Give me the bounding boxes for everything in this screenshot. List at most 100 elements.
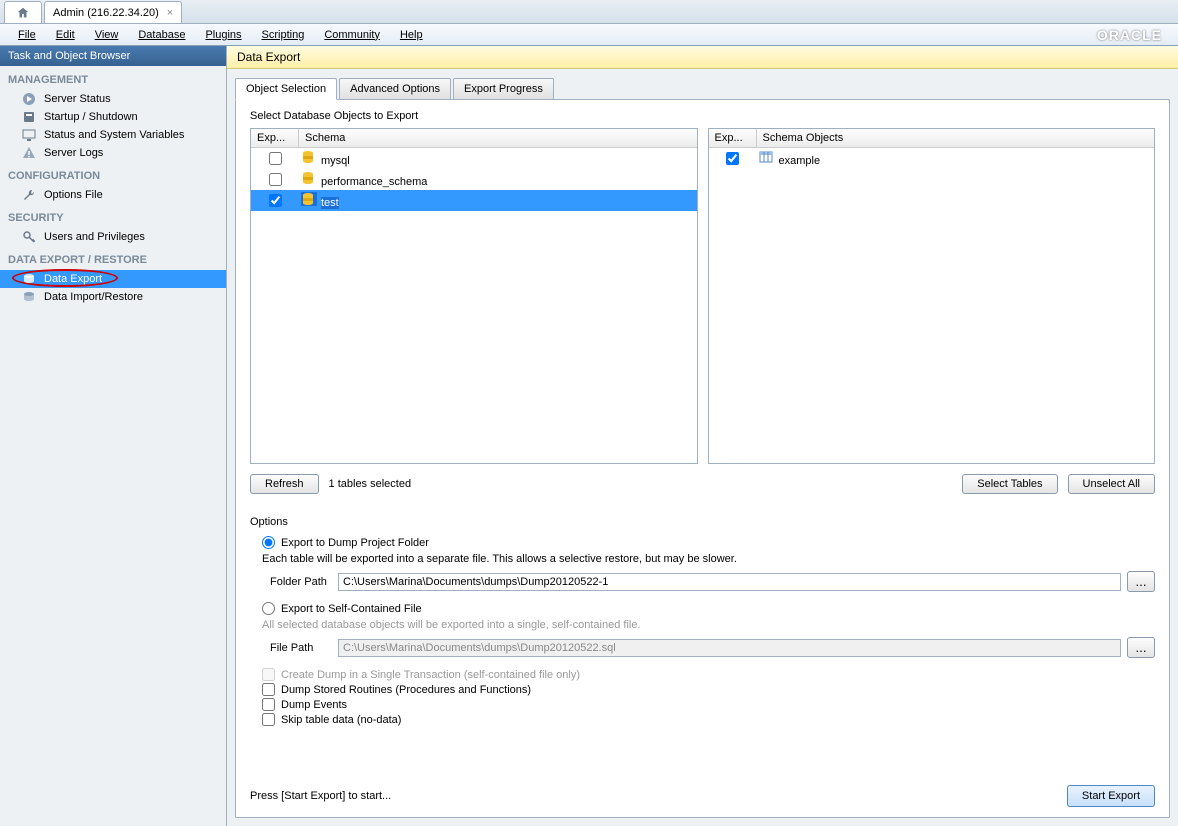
object-row-checkbox[interactable] [726,152,739,165]
menu-plugins[interactable]: Plugins [195,26,251,44]
check-skip-table-data[interactable] [262,713,275,726]
file-path-input [338,639,1121,657]
content-area: Data Export Object Selection Advanced Op… [227,46,1178,826]
folder-path-input[interactable] [338,573,1121,591]
radio-export-file-label: Export to Self-Contained File [281,603,422,615]
menu-scripting[interactable]: Scripting [252,26,315,44]
sidebar-item-label: Status and System Variables [44,129,184,141]
unselect-all-button[interactable]: Unselect All [1068,474,1155,494]
select-tables-button[interactable]: Select Tables [962,474,1057,494]
key-icon [22,230,36,244]
radio-export-folder[interactable] [262,536,275,549]
schema-list: Exp... Schema mysql performance_schemates… [250,128,698,464]
menu-database[interactable]: Database [128,26,195,44]
start-export-button[interactable]: Start Export [1067,785,1155,807]
sidebar-item-users-privileges[interactable]: Users and Privileges [0,228,226,246]
menu-view[interactable]: View [85,26,129,44]
browse-file-button[interactable]: ... [1127,637,1155,658]
server-icon [22,110,36,124]
content-title: Data Export [227,46,1178,69]
sidebar-item-startup-shutdown[interactable]: Startup / Shutdown [0,108,226,126]
schema-name: mysql [321,155,350,167]
schema-name: test [321,197,339,209]
check-stored-routines-label: Dump Stored Routines (Procedures and Fun… [281,684,531,696]
col-export[interactable]: Exp... [251,129,299,147]
options-title: Options [250,516,1155,528]
table-icon [759,150,775,164]
top-tab-bar: Admin (216.22.34.20) × [0,0,1178,24]
export-icon [22,272,36,286]
file-path-label: File Path [270,642,332,654]
schema-row[interactable]: mysql [251,148,697,169]
radio-export-folder-label: Export to Dump Project Folder [281,537,429,549]
sidebar-item-data-import-restore[interactable]: Data Import/Restore [0,288,226,306]
instruction-text: Select Database Objects to Export [250,110,1155,122]
check-skip-table-data-label: Skip table data (no-data) [281,714,401,726]
schema-row-checkbox[interactable] [269,194,282,207]
check-single-transaction-label: Create Dump in a Single Transaction (sel… [281,669,580,681]
menu-community[interactable]: Community [314,26,390,44]
home-icon [16,6,30,20]
footer-text: Press [Start Export] to start... [250,790,391,802]
sidebar-item-server-logs[interactable]: Server Logs [0,144,226,162]
sidebar-item-data-export[interactable]: Data Export [0,270,226,288]
home-tab[interactable] [4,1,42,23]
sidebar-item-server-status[interactable]: Server Status [0,90,226,108]
admin-tab[interactable]: Admin (216.22.34.20) × [44,1,182,23]
oracle-logo: ORACLE [1097,27,1170,43]
sidebar-item-options-file[interactable]: Options File [0,186,226,204]
database-icon [301,192,317,206]
sidebar-item-label: Startup / Shutdown [44,111,138,123]
sidebar-item-label: Options File [44,189,103,201]
database-icon [301,150,317,164]
menu-help[interactable]: Help [390,26,433,44]
col-schema[interactable]: Schema [299,129,697,147]
check-single-transaction [262,668,275,681]
wrench-icon [22,188,36,202]
admin-tab-label: Admin (216.22.34.20) [53,7,159,19]
objects-list-header: Exp... Schema Objects [709,129,1155,148]
sidebar-item-label: Data Import/Restore [44,291,143,303]
radio-export-file[interactable] [262,602,275,615]
schema-row[interactable]: performance_schema [251,169,697,190]
tab-row: Object Selection Advanced Options Export… [227,69,1178,99]
browse-folder-button[interactable]: ... [1127,571,1155,592]
sidebar-item-label: Server Status [44,93,111,105]
object-name: example [779,155,821,167]
refresh-button[interactable]: Refresh [250,474,319,494]
menu-items: File Edit View Database Plugins Scriptin… [8,26,433,44]
object-row[interactable]: example [709,148,1155,169]
tab-advanced-options[interactable]: Advanced Options [339,78,451,100]
schema-row-checkbox[interactable] [269,152,282,165]
menu-bar: File Edit View Database Plugins Scriptin… [0,24,1178,46]
objects-list: Exp... Schema Objects example [708,128,1156,464]
tab-export-progress[interactable]: Export Progress [453,78,554,100]
export-file-desc: All selected database objects will be ex… [262,619,1155,631]
check-dump-events-label: Dump Events [281,699,347,711]
export-folder-desc: Each table will be exported into a separ… [262,553,1155,565]
section-security: SECURITY [0,204,226,228]
menu-edit[interactable]: Edit [46,26,85,44]
close-icon[interactable]: × [167,7,173,19]
section-configuration: CONFIGURATION [0,162,226,186]
monitor-icon [22,128,36,142]
sidebar-item-label: Data Export [44,273,102,285]
menu-file[interactable]: File [8,26,46,44]
col-schema-objects[interactable]: Schema Objects [757,129,1155,147]
section-management: MANAGEMENT [0,66,226,90]
import-icon [22,290,36,304]
sidebar-item-label: Users and Privileges [44,231,145,243]
check-dump-events[interactable] [262,698,275,711]
schema-row-checkbox[interactable] [269,173,282,186]
tab-object-selection[interactable]: Object Selection [235,78,337,100]
sidebar-title: Task and Object Browser [0,46,226,66]
check-stored-routines[interactable] [262,683,275,696]
sidebar-item-status-vars[interactable]: Status and System Variables [0,126,226,144]
schema-row[interactable]: test [251,190,697,211]
database-icon [301,171,317,185]
sidebar-item-label: Server Logs [44,147,103,159]
tab-content: Select Database Objects to Export Exp...… [235,99,1170,818]
tables-selected-text: 1 tables selected [329,478,412,490]
col-export[interactable]: Exp... [709,129,757,147]
section-data-export-restore: DATA EXPORT / RESTORE [0,246,226,270]
